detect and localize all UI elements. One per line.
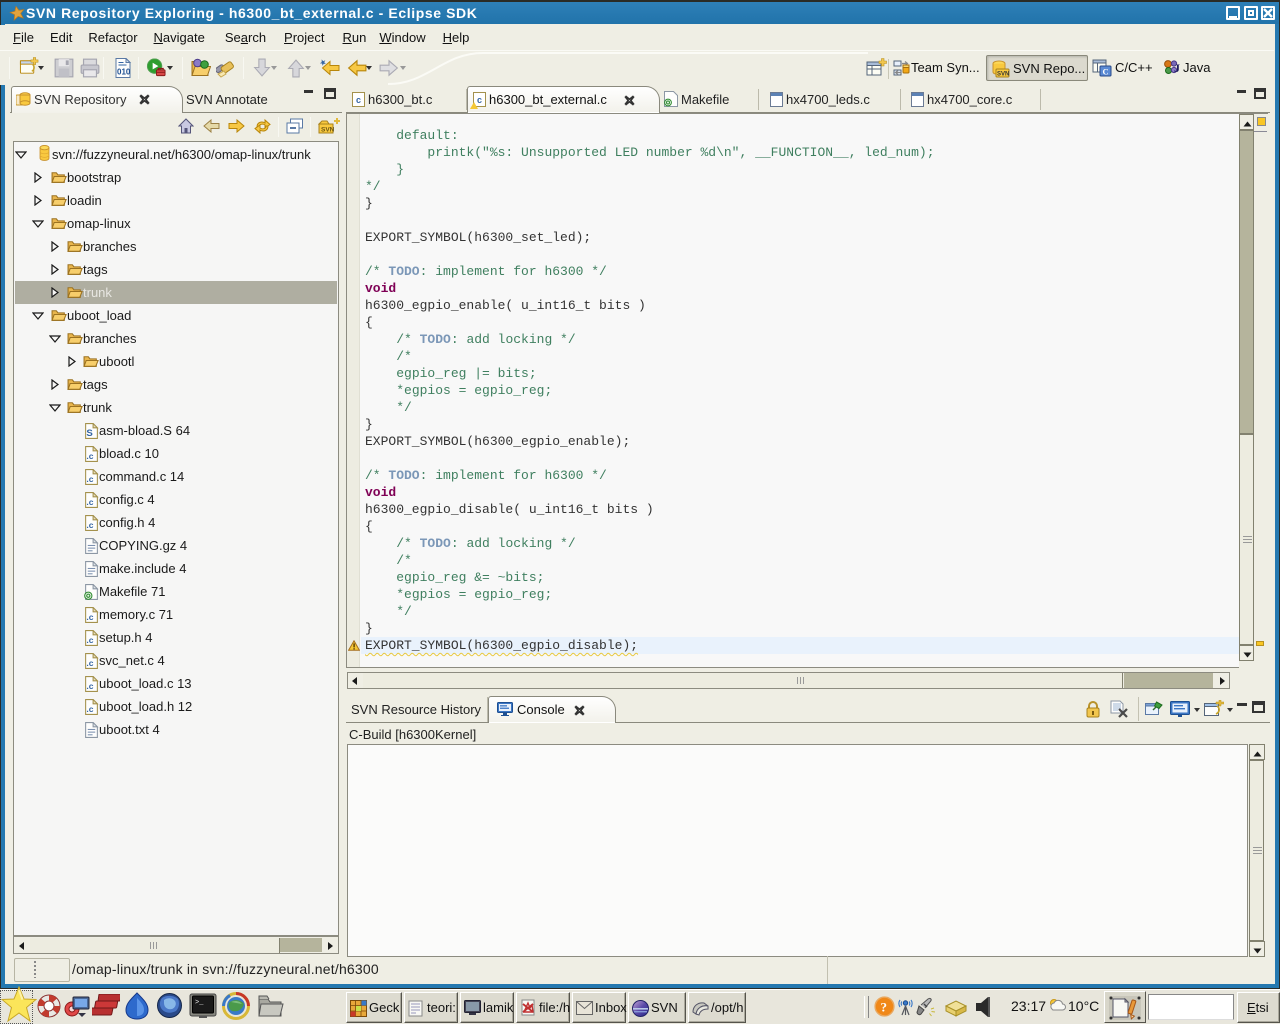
svg-text:.c: .c	[86, 612, 93, 622]
svg-text:>_: >_	[195, 999, 204, 1007]
svg-text:J: J	[1174, 61, 1180, 75]
svg-text:S: S	[86, 428, 93, 439]
svg-text:SVN: SVN	[321, 127, 335, 134]
svg-text:?: ?	[881, 1000, 888, 1015]
svg-text:.c: .c	[86, 520, 93, 530]
svg-text:SVN: SVN	[997, 72, 1009, 78]
svg-text:.c: .c	[86, 635, 93, 645]
svg-text:.c: .c	[86, 497, 93, 507]
svg-text:.c: .c	[86, 451, 93, 461]
svg-text:.c: .c	[86, 658, 93, 668]
svg-text:.c: .c	[86, 704, 93, 714]
svg-text:.c: .c	[86, 681, 93, 691]
svg-text:.c: .c	[86, 474, 93, 484]
svg-text:C: C	[1103, 67, 1109, 77]
svg-text:010: 010	[117, 68, 131, 77]
